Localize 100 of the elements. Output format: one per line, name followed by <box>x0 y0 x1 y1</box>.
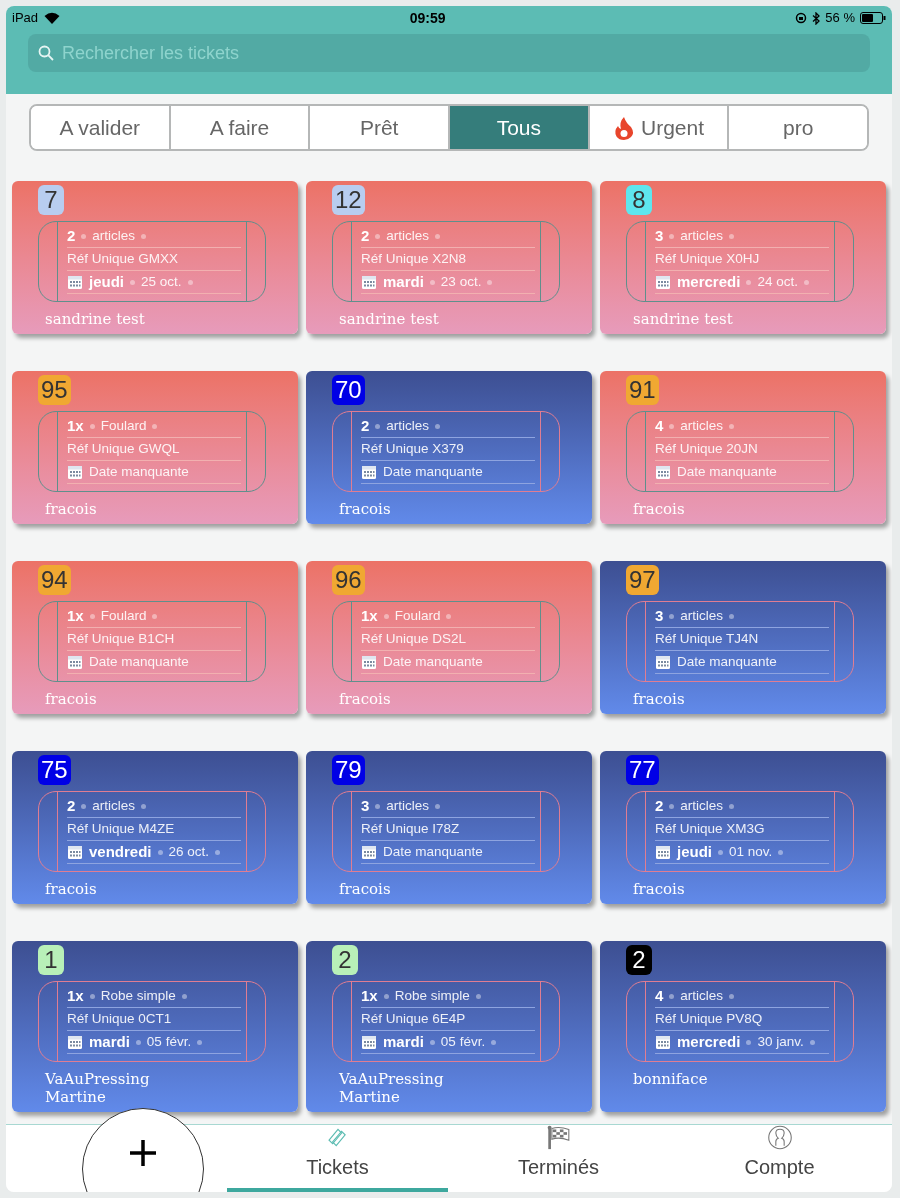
ticket-reference: Réf Unique 20JN <box>655 439 758 458</box>
date-missing-text: Date manquante <box>89 462 189 481</box>
item-label: articles <box>386 416 430 435</box>
wifi-icon <box>44 12 61 24</box>
ticket-card[interactable]: 8 3 articles Réf Unique X0HJ mercredi 24 oct. sandrine test <box>600 181 886 334</box>
client-name: bonniface <box>633 1070 709 1088</box>
ticket-card[interactable]: 2 4 articles Réf Unique PV8Q mercredi 30 janv. bonniface <box>600 941 886 1112</box>
client-name: fracois <box>633 690 686 708</box>
due-day: jeudi <box>677 840 712 864</box>
ticket-reference: Réf Unique B1CH <box>67 629 175 648</box>
item-quantity: 4 <box>655 415 664 436</box>
item-quantity: 1x <box>361 605 378 626</box>
ticket-reference: Réf Unique PV8Q <box>655 1009 763 1028</box>
item-quantity: 1x <box>361 985 378 1006</box>
bluetooth-icon <box>812 11 821 25</box>
calendar-icon <box>655 1034 671 1050</box>
date-missing-text: Date manquante <box>677 462 777 481</box>
ticket-number-badge: 2 <box>332 945 358 975</box>
item-label: articles <box>386 796 430 815</box>
ticket-reference: Réf Unique X2N8 <box>361 249 467 268</box>
calendar-icon <box>655 274 671 290</box>
ticket-reference: Réf Unique X0HJ <box>655 249 760 268</box>
client-name: fracois <box>339 880 392 898</box>
client-name: VaAuPressing Martine <box>339 1070 445 1106</box>
ticket-card[interactable]: 12 2 articles Réf Unique X2N8 mardi 23 oct. sandrine test <box>306 181 592 334</box>
ticket-number-badge: 77 <box>626 755 659 785</box>
item-label: articles <box>680 986 724 1005</box>
item-quantity: 2 <box>361 225 370 246</box>
ticket-card[interactable]: 91 4 articles Réf Unique 20JN Date manquante fracois <box>600 371 886 524</box>
item-quantity: 3 <box>655 225 664 246</box>
ticket-card[interactable]: 75 2 articles Réf Unique M4ZE vendredi 26 oct. fracois <box>12 751 298 904</box>
date-missing-text: Date manquante <box>677 652 777 671</box>
due-date: 24 oct. <box>757 272 798 291</box>
calendar-icon <box>655 844 671 860</box>
battery-icon <box>860 12 886 24</box>
item-quantity: 2 <box>67 225 76 246</box>
item-label: articles <box>92 796 136 815</box>
flame-icon <box>613 115 635 140</box>
item-quantity: 2 <box>361 415 370 436</box>
ticket-number-badge: 79 <box>332 755 365 785</box>
status-time: 09:59 <box>409 8 446 28</box>
ticket-card[interactable]: 7 2 articles Réf Unique GMXX jeudi 25 oct. sandrine test <box>12 181 298 334</box>
bottom-tab[interactable]: Compte <box>669 1125 890 1192</box>
ticket-reference: Réf Unique GMXX <box>67 249 179 268</box>
client-name: sandrine test <box>339 310 440 328</box>
ticket-card[interactable]: 97 3 articles Réf Unique TJ4N Date manquante fracois <box>600 561 886 714</box>
item-quantity: 2 <box>67 795 76 816</box>
ticket-number-badge: 97 <box>626 565 659 595</box>
item-quantity: 1x <box>67 415 84 436</box>
ticket-reference: Réf Unique I78Z <box>361 819 460 838</box>
ticket-card[interactable]: 95 1x Foulard Réf Unique GWQL Date manquante fracois <box>12 371 298 524</box>
due-day: mercredi <box>677 1030 741 1054</box>
due-day: mardi <box>383 270 424 294</box>
plus-icon <box>129 1139 157 1167</box>
item-label: Robe simple <box>100 986 176 1005</box>
client-name: fracois <box>45 880 98 898</box>
filter-tab[interactable]: pro <box>727 106 867 149</box>
due-date: 05 févr. <box>146 1032 192 1051</box>
ticket-card[interactable]: 70 2 articles Réf Unique X379 Date manquante fracois <box>306 371 592 524</box>
item-label: Robe simple <box>394 986 470 1005</box>
item-label: Foulard <box>394 606 441 625</box>
due-date: 25 oct. <box>141 272 182 291</box>
bottom-tab[interactable]: Tickets <box>227 1125 448 1192</box>
search-field[interactable]: Rechercher les tickets <box>28 34 870 72</box>
ticket-number-badge: 75 <box>38 755 71 785</box>
due-date: 05 févr. <box>440 1032 486 1051</box>
filter-tab[interactable]: Tous <box>448 106 588 149</box>
client-name: VaAuPressing Martine <box>45 1070 151 1106</box>
item-label: Foulard <box>100 416 147 435</box>
ticket-reference: Réf Unique 0CT1 <box>67 1009 172 1028</box>
due-day: mardi <box>383 1030 424 1054</box>
client-name: fracois <box>633 500 686 518</box>
ticket-number-badge: 95 <box>38 375 71 405</box>
client-name: sandrine test <box>633 310 734 328</box>
calendar-icon <box>67 274 83 290</box>
ticket-number-badge: 94 <box>38 565 71 595</box>
ticket-card[interactable]: 2 1x Robe simple Réf Unique 6E4P mardi 05 févr. VaAuPressing Martine <box>306 941 592 1112</box>
calendar-icon <box>361 1034 377 1050</box>
item-quantity: 1x <box>67 605 84 626</box>
calendar-icon <box>361 654 377 670</box>
item-label: articles <box>680 226 724 245</box>
ticket-card[interactable]: 79 3 articles Réf Unique I78Z Date manquante fracois <box>306 751 592 904</box>
ticket-number-badge: 91 <box>626 375 659 405</box>
date-missing-text: Date manquante <box>383 652 483 671</box>
ticket-reference: Réf Unique X379 <box>361 439 464 458</box>
bottom-tab[interactable]: Terminés <box>448 1125 669 1192</box>
client-name: fracois <box>339 500 392 518</box>
item-label: articles <box>680 796 724 815</box>
ticket-card[interactable]: 77 2 articles Réf Unique XM3G jeudi 01 nov. fracois <box>600 751 886 904</box>
ticket-card[interactable]: 1 1x Robe simple Réf Unique 0CT1 mardi 05 févr. VaAuPressing Martine <box>12 941 298 1112</box>
calendar-icon <box>655 464 671 480</box>
ticket-card[interactable]: 96 1x Foulard Réf Unique DS2L Date manquante fracois <box>306 561 592 714</box>
item-quantity: 3 <box>361 795 370 816</box>
due-day: mardi <box>89 1030 130 1054</box>
calendar-icon <box>67 464 83 480</box>
item-label: articles <box>92 226 136 245</box>
ticket-card[interactable]: 94 1x Foulard Réf Unique B1CH Date manquante fracois <box>12 561 298 714</box>
ticket-reference: Réf Unique TJ4N <box>655 629 759 648</box>
due-date: 23 oct. <box>440 272 482 291</box>
item-label: articles <box>680 416 724 435</box>
